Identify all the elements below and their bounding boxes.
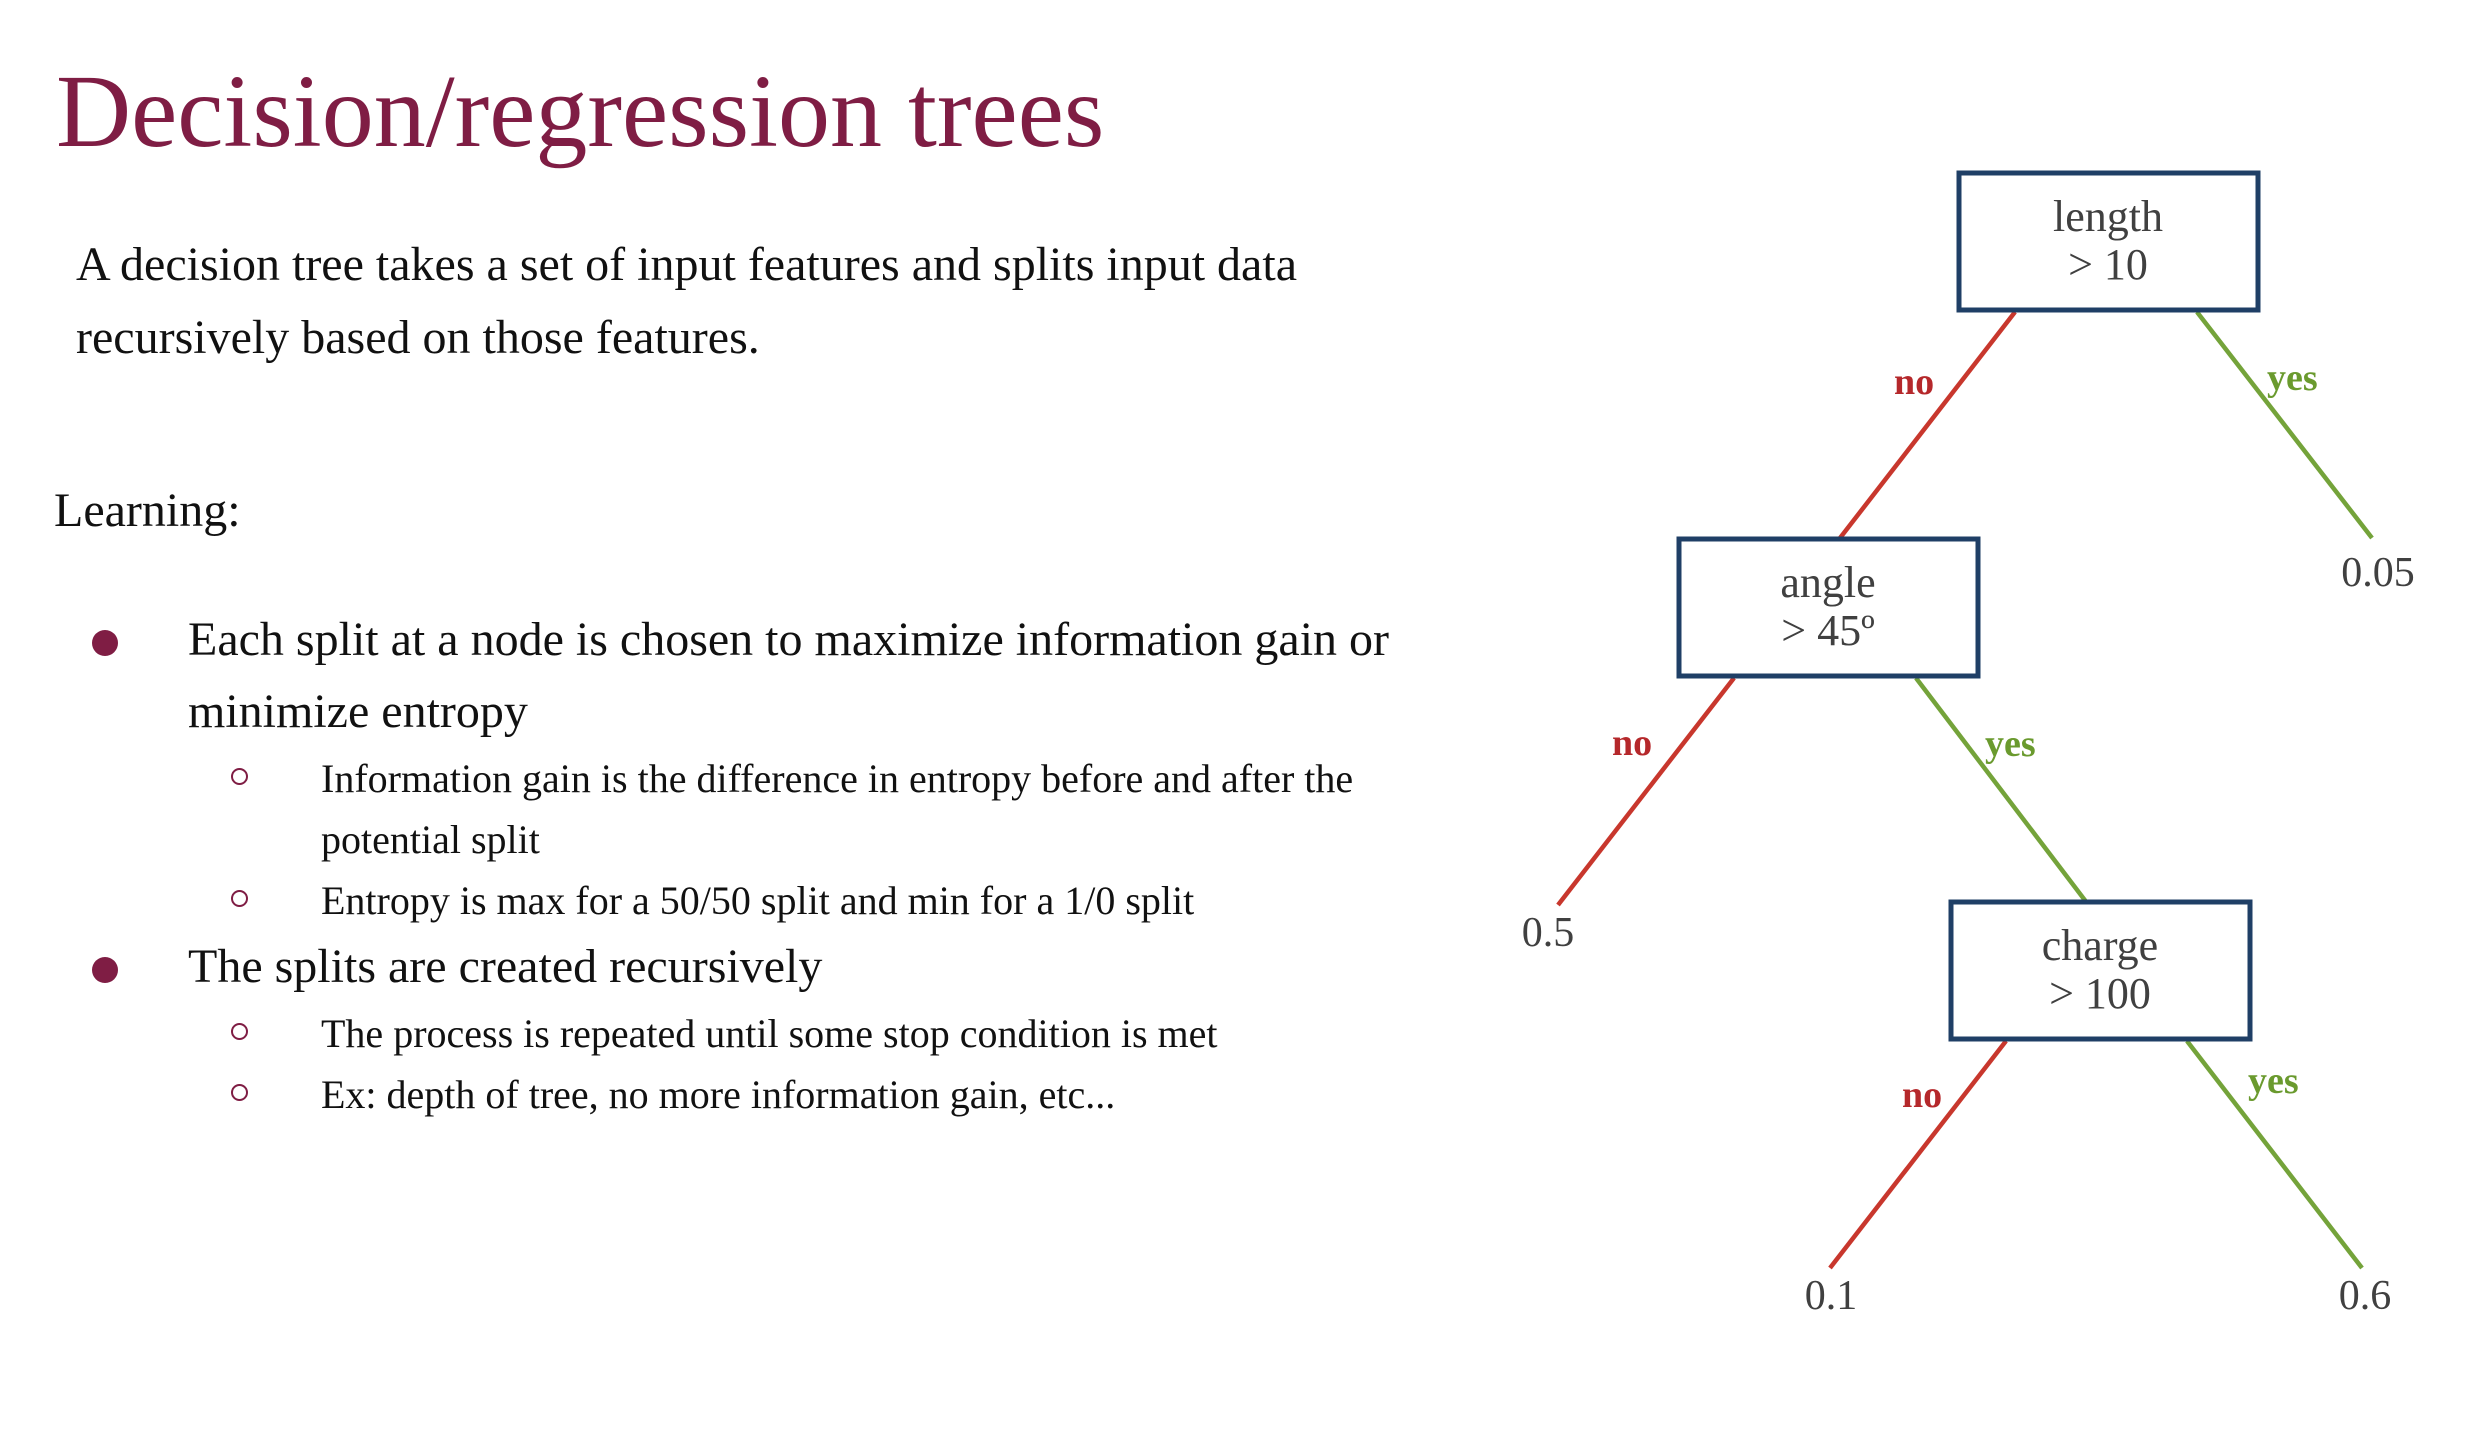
leaf-angle-no: 0.5 (1522, 910, 1575, 956)
edge-label-yes: yes (2267, 357, 2318, 399)
node-charge-feature: charge (2042, 921, 2158, 970)
node-angle: angle > 45º (1676, 536, 1981, 679)
node-length-feature: length (2053, 192, 2163, 241)
node-length: length > 10 (1956, 170, 2261, 313)
node-length-threshold: > 10 (2068, 240, 2148, 289)
edge-label-no: no (1894, 361, 1934, 403)
node-angle-feature: angle (1780, 558, 1875, 607)
leaf-charge-no: 0.1 (1805, 1273, 1858, 1319)
leaf-length-yes: 0.05 (2341, 550, 2415, 596)
edge-angle-yes (1914, 676, 2089, 905)
edge-length-no (1838, 310, 2017, 540)
edge-label-no: no (1902, 1074, 1942, 1116)
edge-label-no: no (1612, 722, 1652, 764)
edge-label-yes: yes (2248, 1060, 2299, 1102)
edge-label-yes: yes (1985, 723, 2036, 765)
node-charge-threshold: > 100 (2049, 969, 2151, 1018)
node-angle-threshold: > 45º (1781, 606, 1874, 655)
node-charge: charge > 100 (1948, 899, 2253, 1042)
leaf-charge-yes: 0.6 (2339, 1273, 2392, 1319)
decision-tree-diagram: length > 10 angle > 45º charge > 100 no … (1522, 170, 2415, 1319)
edge-angle-no (1556, 676, 1736, 907)
edge-length-yes (2195, 310, 2374, 540)
